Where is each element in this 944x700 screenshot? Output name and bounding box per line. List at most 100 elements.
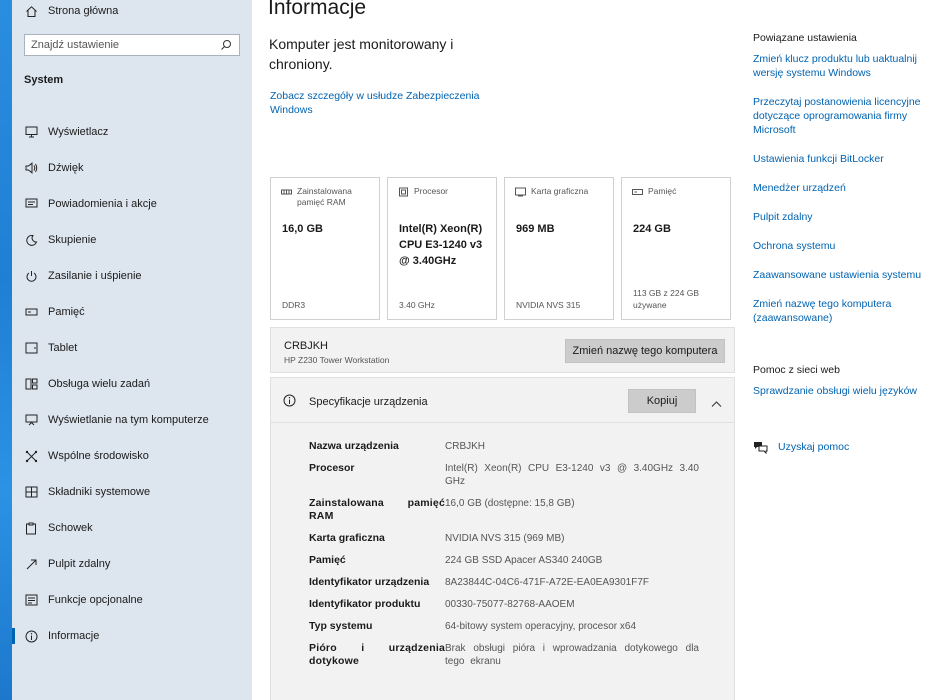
spec-key: Procesor	[309, 462, 355, 474]
sidebar-item-multitasking[interactable]: Obsługa wielu zadań	[12, 366, 252, 402]
info-icon	[24, 629, 38, 643]
sidebar-item-label: Tablet	[48, 342, 78, 354]
sidebar-item-system-components[interactable]: Składniki systemowe	[12, 474, 252, 510]
web-help: Pomoc z sieci web Sprawdzanie obsługi wi…	[753, 364, 938, 413]
protection-status: Komputer jest monitorowany i chroniony.	[269, 36, 454, 72]
spec-key: Identyfikator urządzenia	[309, 576, 430, 588]
search-icon[interactable]	[219, 38, 233, 52]
tablet-icon	[24, 341, 38, 355]
sidebar-nav: Wyświetlacz Dźwięk Powiadomienia i akcje…	[12, 114, 252, 654]
sidebar-item-projecting[interactable]: Wyświetlanie na tym komputerze	[12, 402, 252, 438]
related-link-advanced-settings[interactable]: Zaawansowane ustawienia systemu	[753, 268, 938, 282]
spec-key: Pamięć	[309, 554, 346, 566]
spec-key: Karta graficzna	[309, 532, 385, 544]
spec-value: CRBJKH	[445, 441, 486, 452]
related-link-license-terms[interactable]: Przeczytaj postanowienia licencyjne doty…	[753, 95, 938, 137]
sidebar-item-label: Pamięć	[48, 306, 85, 318]
card-label: Zainstalowana pamięć RAM	[297, 186, 352, 207]
sidebar-item-remote-desktop[interactable]: Pulpit zdalny	[12, 546, 252, 582]
sidebar-item-label: Zasilanie i uśpienie	[48, 270, 142, 282]
spec-row: Typ systemu 64-bitowy system operacyjny,…	[309, 620, 699, 633]
spec-key: Identyfikator produktu	[309, 598, 421, 610]
sidebar-item-label: Dźwięk	[48, 162, 84, 174]
sidebar-item-label: Schowek	[48, 522, 93, 534]
ram-icon	[281, 187, 292, 197]
card-ram: Zainstalowana pamięć RAM 16,0 GB DDR3	[270, 177, 380, 320]
spec-value: 16,0 GB (dostępne: 15,8 GB)	[445, 498, 575, 509]
related-link-rename-advanced[interactable]: Zmień nazwę tego komputera (zaawansowane…	[753, 297, 938, 325]
copy-button[interactable]: Kopiuj	[628, 389, 696, 413]
card-footer: 3.40 GHz	[399, 300, 435, 310]
sidebar-item-clipboard[interactable]: Schowek	[12, 510, 252, 546]
related-link-system-protection[interactable]: Ochrona systemu	[753, 239, 938, 253]
sidebar-home[interactable]: Strona główna	[24, 3, 118, 19]
device-name-bar: CRBJKH HP Z230 Tower Workstation Zmień n…	[270, 327, 735, 373]
search-box[interactable]	[24, 34, 240, 56]
security-details-link[interactable]: Zobacz szczegóły w usłudze Zabezpieczeni…	[270, 89, 500, 117]
card-value: 224 GB	[633, 223, 671, 235]
card-label: Procesor	[414, 186, 449, 196]
search-input[interactable]	[31, 39, 219, 51]
spec-value: 64-bitowy system operacyjny, procesor x6…	[445, 621, 637, 632]
sidebar-item-power[interactable]: Zasilanie i uśpienie	[12, 258, 252, 294]
chat-help-icon	[753, 440, 769, 455]
spec-header[interactable]: Specyfikacje urządzenia Kopiuj	[271, 378, 734, 423]
spec-key: Pióro i urządzenia dotykowe	[309, 642, 445, 667]
sidebar: Strona główna System Wyświetlacz Dźwięk …	[12, 0, 252, 700]
shared-experiences-icon	[24, 449, 38, 463]
sidebar-item-label: Wspólne środowisko	[48, 450, 149, 462]
storage-icon	[24, 305, 38, 319]
sidebar-item-display[interactable]: Wyświetlacz	[12, 114, 252, 150]
card-storage: Pamięć 224 GB 113 GB z 224 GB używane	[621, 177, 731, 320]
spec-rows: Nazwa urządzenia CRBJKH Procesor Intel(R…	[309, 440, 699, 677]
spec-key: Typ systemu	[309, 620, 373, 632]
sidebar-item-notifications[interactable]: Powiadomienia i akcje	[12, 186, 252, 222]
spec-row: Pamięć 224 GB SSD Apacer AS340 240GB	[309, 554, 699, 567]
sidebar-item-sound[interactable]: Dźwięk	[12, 150, 252, 186]
get-help-link[interactable]: Uzyskaj pomoc	[753, 440, 849, 455]
sidebar-item-label: Powiadomienia i akcje	[48, 198, 157, 210]
page-title: Informacje	[268, 0, 367, 19]
spec-key: Nazwa urządzenia	[309, 440, 399, 452]
sidebar-item-label: Wyświetlacz	[48, 126, 109, 138]
device-specifications: Specyfikacje urządzenia Kopiuj Nazwa urz…	[270, 377, 735, 700]
sidebar-item-optional-features[interactable]: Funkcje opcjonalne	[12, 582, 252, 618]
graphics-card-icon	[515, 187, 526, 197]
sidebar-item-about[interactable]: Informacje	[12, 618, 252, 654]
sidebar-item-tablet[interactable]: Tablet	[12, 330, 252, 366]
sidebar-item-label: Pulpit zdalny	[48, 558, 111, 570]
spec-value: Intel(R) Xeon(R) CPU E3-1240 v3 @ 3.40GH…	[445, 463, 699, 487]
card-value: Intel(R) Xeon(R) CPU E3-1240 v3 @ 3.40GH…	[399, 223, 483, 267]
related-link-remote-desktop[interactable]: Pulpit zdalny	[753, 210, 938, 224]
sidebar-item-focus[interactable]: Skupienie	[12, 222, 252, 258]
related-link-bitlocker[interactable]: Ustawienia funkcji BitLocker	[753, 152, 938, 166]
related-link-device-manager[interactable]: Menedżer urządzeń	[753, 181, 938, 195]
sidebar-item-label: Skupienie	[48, 234, 97, 246]
device-name: CRBJKH	[284, 340, 329, 352]
spec-cards: Zainstalowana pamięć RAM 16,0 GB DDR3 Pr…	[270, 177, 731, 320]
chevron-up-icon[interactable]	[711, 395, 722, 407]
spec-row: Identyfikator produktu 00330-75077-82768…	[309, 598, 699, 611]
spec-row: Zainstalowana pamięć RAM 16,0 GB (dostęp…	[309, 497, 699, 523]
spec-row: Karta graficzna NVIDIA NVS 315 (969 MB)	[309, 532, 699, 545]
processor-icon	[398, 187, 409, 197]
related-link-product-key[interactable]: Zmień klucz produktu lub uaktualnij wers…	[753, 52, 938, 80]
help-link-multilanguage[interactable]: Sprawdzanie obsługi wielu języków	[753, 384, 938, 398]
sidebar-item-label: Informacje	[48, 630, 100, 642]
spec-title: Specyfikacje urządzenia	[309, 396, 428, 408]
sidebar-item-storage[interactable]: Pamięć	[12, 294, 252, 330]
card-footer: NVIDIA NVS 315	[516, 300, 581, 310]
card-footer: 113 GB z 224 GB używane	[633, 288, 699, 310]
spec-value: 00330-75077-82768-AAOEM	[445, 599, 575, 610]
spec-value: NVIDIA NVS 315 (969 MB)	[445, 533, 565, 544]
spec-key: Zainstalowana pamięć RAM	[309, 497, 445, 522]
card-label: Pamięć	[648, 186, 677, 196]
speaker-icon	[24, 161, 38, 175]
card-value: 969 MB	[516, 223, 555, 235]
card-processor: Procesor Intel(R) Xeon(R) CPU E3-1240 v3…	[387, 177, 497, 320]
sidebar-item-shared-experiences[interactable]: Wspólne środowisko	[12, 438, 252, 474]
system-components-icon	[24, 485, 38, 499]
rename-pc-button[interactable]: Zmień nazwę tego komputera	[565, 339, 725, 363]
storage-icon	[632, 187, 643, 197]
related-settings-title: Powiązane ustawienia	[753, 32, 857, 44]
